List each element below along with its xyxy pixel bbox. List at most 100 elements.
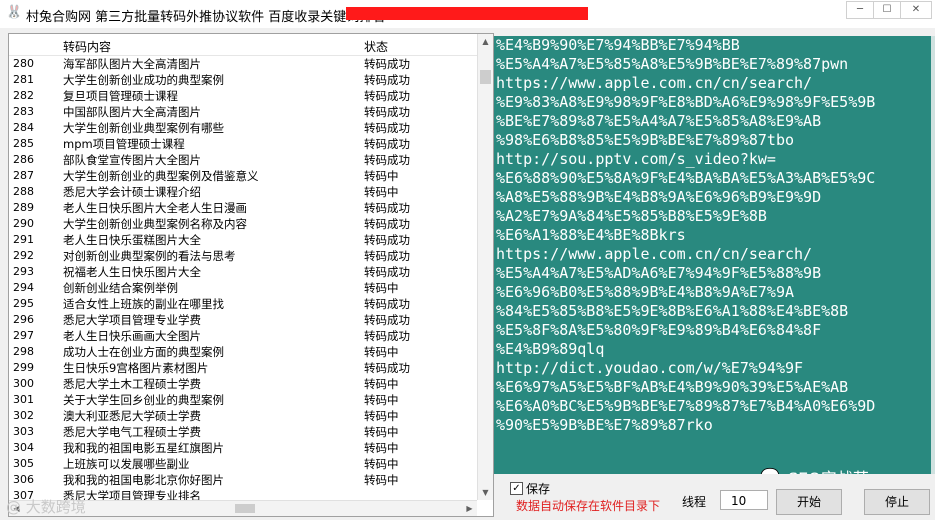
vertical-scroll-thumb[interactable] bbox=[480, 70, 491, 84]
vertical-scrollbar[interactable]: ▲ ▼ bbox=[477, 34, 493, 500]
output-line: %E6%96%B0%E5%88%9B%E4%B8%9A%E7%9A bbox=[496, 283, 795, 301]
output-line: https://www.apple.com.cn/cn/search/ bbox=[496, 74, 813, 92]
rabbit-icon: 🐰 bbox=[6, 5, 23, 20]
table-row[interactable]: 291 老人生日快乐蛋糕图片大全 转码成功 bbox=[9, 232, 477, 248]
output-line: %E6%A0%BC%E5%9B%BE%E7%89%87%E7%B4%A0%E6%… bbox=[496, 397, 876, 415]
row-content: 成功人士在创业方面的典型案例 bbox=[63, 345, 224, 359]
row-status: 转码成功 bbox=[364, 233, 410, 247]
table-row[interactable]: 296 悉尼大学项目管理专业学费 转码成功 bbox=[9, 312, 477, 328]
row-content: 关于大学生回乡创业的典型案例 bbox=[63, 393, 224, 407]
row-status: 转码中 bbox=[364, 409, 399, 423]
close-button[interactable]: ✕ bbox=[900, 1, 932, 19]
scroll-up-icon[interactable]: ▲ bbox=[478, 34, 493, 49]
row-number: 298 bbox=[13, 345, 34, 358]
table-row[interactable]: 280 海军部队图片大全高清图片 转码成功 bbox=[9, 56, 477, 72]
row-status: 转码中 bbox=[364, 441, 399, 455]
table-row[interactable]: 292 对创新创业典型案例的看法与思考 转码成功 bbox=[9, 248, 477, 264]
row-content: 悉尼大学电气工程硕士学费 bbox=[63, 425, 201, 439]
output-line: %E6%A1%88%E4%BE%8Bkrs bbox=[496, 226, 686, 244]
row-number: 291 bbox=[13, 233, 34, 246]
horizontal-scroll-thumb[interactable] bbox=[235, 504, 255, 513]
row-content: 大学生创新创业典型案例有哪些 bbox=[63, 121, 224, 135]
row-content: 复旦项目管理硕士课程 bbox=[63, 89, 178, 103]
table-row[interactable]: 304 我和我的祖国电影五星红旗图片 转码中 bbox=[9, 440, 477, 456]
row-number: 295 bbox=[13, 297, 34, 310]
table-row[interactable]: 298 成功人士在创业方面的典型案例 转码中 bbox=[9, 344, 477, 360]
table-row[interactable]: 285 mpm项目管理硕士课程 转码成功 bbox=[9, 136, 477, 152]
table-row[interactable]: 306 我和我的祖国电影北京你好图片 转码中 bbox=[9, 472, 477, 488]
row-status: 转码成功 bbox=[364, 105, 410, 119]
table-row[interactable]: 305 上班族可以发展哪些副业 转码中 bbox=[9, 456, 477, 472]
row-status: 转码中 bbox=[364, 345, 399, 359]
row-content: 悉尼大学土木工程硕士学费 bbox=[63, 377, 201, 391]
table-row[interactable]: 290 大学生创新创业典型案例名称及内容 转码成功 bbox=[9, 216, 477, 232]
start-button[interactable]: 开始 bbox=[776, 489, 842, 515]
table-row[interactable]: 284 大学生创新创业典型案例有哪些 转码成功 bbox=[9, 120, 477, 136]
output-line: %E6%88%90%E5%8A%9F%E4%BA%BA%E5%A3%AB%E5%… bbox=[496, 169, 876, 187]
keyword-list[interactable]: 转码内容 状态 280 海军部队图片大全高清图片 转码成功 281 大学生创新创业成功的… bbox=[8, 33, 494, 517]
row-number: 297 bbox=[13, 329, 34, 342]
table-row[interactable]: 303 悉尼大学电气工程硕士学费 转码中 bbox=[9, 424, 477, 440]
row-content: 部队食堂宣传图片大全图片 bbox=[63, 153, 201, 167]
table-row[interactable]: 302 澳大利亚悉尼大学硕士学费 转码中 bbox=[9, 408, 477, 424]
minimize-button[interactable]: ─ bbox=[846, 1, 874, 19]
row-number: 294 bbox=[13, 281, 34, 294]
table-row[interactable]: 297 老人生日快乐画画大全图片 转码成功 bbox=[9, 328, 477, 344]
row-status: 转码成功 bbox=[364, 73, 410, 87]
scroll-right-icon[interactable]: ▶ bbox=[462, 501, 477, 516]
table-row[interactable]: 301 关于大学生回乡创业的典型案例 转码中 bbox=[9, 392, 477, 408]
table-row[interactable]: 286 部队食堂宣传图片大全图片 转码成功 bbox=[9, 152, 477, 168]
row-content: 老人生日快乐图片大全老人生日漫画 bbox=[63, 201, 247, 215]
output-line: %E6%97%A5%E5%BF%AB%E4%B9%90%39%E5%AE%AB bbox=[496, 378, 849, 396]
row-status: 转码成功 bbox=[364, 297, 410, 311]
output-line: %E5%A4%A7%E5%AD%A6%E7%94%9F%E5%88%9B bbox=[496, 264, 822, 282]
scroll-down-icon[interactable]: ▼ bbox=[478, 485, 493, 500]
table-row[interactable]: 295 适合女性上班族的副业在哪里找 转码成功 bbox=[9, 296, 477, 312]
row-number: 280 bbox=[13, 57, 34, 70]
save-checkbox-label[interactable]: 保存 bbox=[526, 480, 550, 497]
table-row[interactable]: 281 大学生创新创业成功的典型案例 转码成功 bbox=[9, 72, 477, 88]
threads-input[interactable]: 10 bbox=[720, 490, 768, 510]
table-row[interactable]: 282 复旦项目管理硕士课程 转码成功 bbox=[9, 88, 477, 104]
output-line: %BE%E7%89%87%E5%A4%A7%E5%85%A8%E9%AB bbox=[496, 112, 822, 130]
row-number: 302 bbox=[13, 409, 34, 422]
output-scrollbar[interactable] bbox=[931, 36, 935, 474]
output-log[interactable]: %E4%B9%90%E7%94%BB%E7%94%BB %E5%A4%A7%E5%… bbox=[494, 36, 935, 474]
row-status: 转码成功 bbox=[364, 137, 410, 151]
table-row[interactable]: 300 悉尼大学土木工程硕士学费 转码中 bbox=[9, 376, 477, 392]
table-row[interactable]: 289 老人生日快乐图片大全老人生日漫画 转码成功 bbox=[9, 200, 477, 216]
row-number: 282 bbox=[13, 89, 34, 102]
output-line: %E4%B9%90%E7%94%BB%E7%94%BB bbox=[496, 36, 740, 54]
control-panel: ✓ 保存 数据自动保存在软件目录下 线程 10 开始 停止 bbox=[494, 474, 935, 520]
column-header-status[interactable]: 状态 bbox=[364, 38, 388, 55]
row-content: 大学生创新创业的典型案例及借鉴意义 bbox=[63, 169, 259, 183]
row-number: 305 bbox=[13, 457, 34, 470]
stop-button[interactable]: 停止 bbox=[864, 489, 930, 515]
row-status: 转码成功 bbox=[364, 89, 410, 103]
table-row[interactable]: 287 大学生创新创业的典型案例及借鉴意义 转码中 bbox=[9, 168, 477, 184]
row-content: 创新创业结合案例举例 bbox=[63, 281, 178, 295]
output-line: %A2%E7%9A%84%E5%85%B8%E5%9E%8B bbox=[496, 207, 767, 225]
row-number: 281 bbox=[13, 73, 34, 86]
table-row[interactable]: 288 悉尼大学会计硕士课程介绍 转码中 bbox=[9, 184, 477, 200]
redaction-bar bbox=[346, 7, 588, 20]
table-row[interactable]: 299 生日快乐9宫格图片素材图片 转码成功 bbox=[9, 360, 477, 376]
row-status: 转码中 bbox=[364, 281, 399, 295]
row-content: 老人生日快乐画画大全图片 bbox=[63, 329, 201, 343]
output-line: %E4%B9%89qlq bbox=[496, 340, 605, 358]
table-row[interactable]: 293 祝福老人生日快乐图片大全 转码成功 bbox=[9, 264, 477, 280]
row-status: 转码成功 bbox=[364, 121, 410, 135]
maximize-button[interactable]: ☐ bbox=[873, 1, 901, 19]
row-content: 生日快乐9宫格图片素材图片 bbox=[63, 361, 209, 375]
row-content: 适合女性上班族的副业在哪里找 bbox=[63, 297, 224, 311]
row-status: 转码成功 bbox=[364, 201, 410, 215]
row-content: 悉尼大学项目管理专业学费 bbox=[63, 313, 201, 327]
table-row[interactable]: 294 创新创业结合案例举例 转码中 bbox=[9, 280, 477, 296]
row-content: mpm项目管理硕士课程 bbox=[63, 137, 185, 151]
row-number: 293 bbox=[13, 265, 34, 278]
table-row[interactable]: 283 中国部队图片大全高清图片 转码成功 bbox=[9, 104, 477, 120]
row-status: 转码成功 bbox=[364, 265, 410, 279]
save-checkbox[interactable]: ✓ bbox=[510, 482, 523, 495]
row-number: 286 bbox=[13, 153, 34, 166]
column-header-content[interactable]: 转码内容 bbox=[63, 38, 111, 55]
